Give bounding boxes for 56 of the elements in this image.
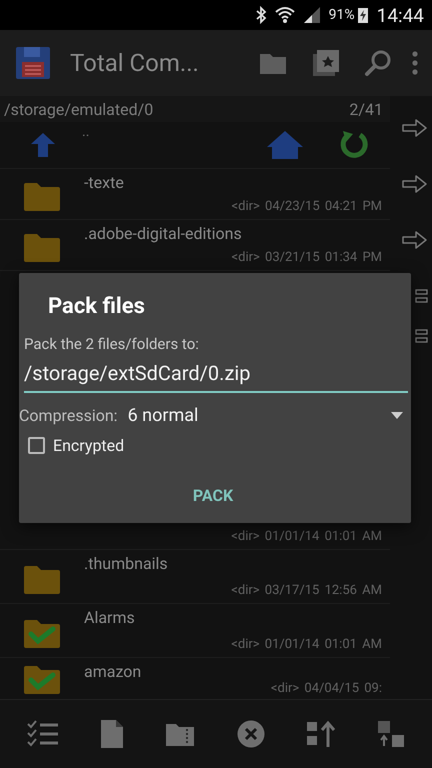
overflow-menu-icon[interactable] <box>412 51 418 75</box>
file-row[interactable]: <dir> 01/01/14 01:01 AM <box>0 525 390 550</box>
file-name: amazon <box>84 662 142 681</box>
swap-panels-icon[interactable] <box>377 720 406 748</box>
file-info: <dir> 01/01/14 01:01 AM <box>231 529 382 544</box>
compression-dropdown[interactable]: 6 normal <box>128 405 407 426</box>
folder-icon <box>23 233 61 263</box>
compression-label: Compression: <box>19 406 118 425</box>
search-icon[interactable] <box>364 49 392 77</box>
file-name: .thumbnails <box>84 554 169 573</box>
file-row[interactable]: .adobe-digital-editions <dir> 03/21/15 01:34 PM <box>0 220 390 271</box>
bluetooth-icon <box>254 6 267 24</box>
dropdown-caret-icon <box>391 412 403 419</box>
arrow-right-icon[interactable] <box>402 230 428 250</box>
battery-level: 91% <box>328 7 355 23</box>
file-info: <dir> 04/04/15 09: <box>270 681 382 696</box>
file-row[interactable]: .thumbnails <dir> 03/17/15 12:56 AM <box>0 550 390 604</box>
app-title: Total Com... <box>70 49 200 77</box>
folder-icon <box>23 182 61 212</box>
checked-folder-icon <box>23 618 61 648</box>
dialog-prompt: Pack the 2 files/folders to: <box>24 335 200 353</box>
double-line-icon[interactable] <box>415 329 428 343</box>
target-path-field[interactable]: /storage/extSdCard/0.zip <box>24 357 408 393</box>
file-name: Alarms <box>84 608 136 627</box>
file-info: <dir> 04/23/15 04:21 PM <box>232 199 382 214</box>
file-row[interactable]: -texte <dir> 04/23/15 04:21 PM <box>0 169 390 220</box>
parent-folder-entry[interactable]: .. <box>82 124 266 140</box>
current-path: /storage/emulated/0 <box>4 100 154 118</box>
option-label: Encrypted <box>53 436 124 455</box>
file-name: .adobe-digital-editions <box>84 224 243 243</box>
zip-folder-icon[interactable] <box>165 721 196 747</box>
cancel-icon[interactable] <box>236 720 265 748</box>
folder-icon <box>23 564 61 594</box>
file-row[interactable]: amazon <dir> 04/04/15 09: <box>0 658 390 696</box>
battery-charging-icon <box>356 6 369 24</box>
selection-count: 2/41 <box>349 100 383 118</box>
file-row[interactable]: Alarms <dir> 01/01/14 01:01 AM <box>0 604 390 658</box>
clock: 14:44 <box>376 4 424 26</box>
arrow-right-icon[interactable] <box>402 118 428 138</box>
refresh-icon[interactable] <box>338 129 370 161</box>
multi-select-icon[interactable] <box>26 720 59 748</box>
file-name: -texte <box>84 173 125 192</box>
bookmark-star-icon[interactable] <box>312 49 340 77</box>
checked-folder-icon <box>23 665 61 695</box>
file-icon[interactable] <box>100 719 124 749</box>
dialog-title: Pack files <box>48 293 146 321</box>
file-info: <dir> 03/21/15 01:34 PM <box>232 250 382 265</box>
double-line-icon[interactable] <box>415 289 428 303</box>
wifi-icon <box>274 6 295 24</box>
file-info: <dir> 03/17/15 12:56 AM <box>231 583 382 598</box>
pack-button[interactable]: PACK <box>178 480 248 511</box>
checkbox[interactable] <box>28 437 45 454</box>
sort-icon[interactable] <box>306 720 336 748</box>
signal-icon <box>302 6 321 24</box>
arrow-right-icon[interactable] <box>402 174 428 194</box>
file-info: <dir> 01/01/14 01:01 AM <box>231 637 382 652</box>
